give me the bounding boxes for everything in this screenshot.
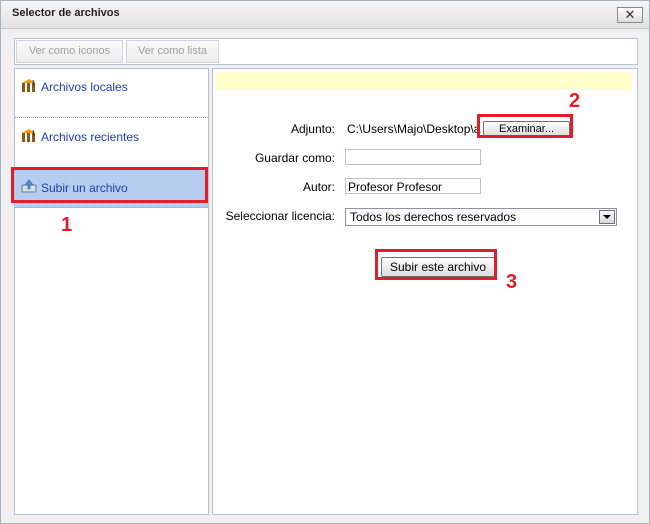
repository-icon	[22, 129, 36, 142]
sidebar-item-label: Archivos recientes	[41, 130, 140, 144]
author-label: Autor:	[302, 180, 335, 194]
sidebar-item-label: Archivos locales	[41, 80, 128, 94]
author-input[interactable]: Profesor Profesor	[345, 178, 481, 194]
upload-panel: Adjunto: C:\Users\Majo\Desktop\a Examina…	[212, 68, 638, 515]
save-as-label: Guardar como:	[254, 151, 335, 165]
save-as-input[interactable]	[345, 149, 481, 165]
title-bar: Selector de archivos ✕	[1, 1, 649, 29]
license-label: Seleccionar licencia:	[225, 209, 335, 223]
highlight-box-1	[11, 167, 208, 203]
highlight-box-3	[375, 249, 497, 280]
sidebar-item-recent-files[interactable]: Archivos recientes	[15, 119, 208, 168]
file-picker-dialog: Selector de archivos ✕ Ver como iconos V…	[0, 0, 650, 524]
notice-bar	[216, 72, 632, 90]
highlight-box-2	[477, 114, 573, 138]
close-icon: ✕	[624, 7, 636, 22]
sidebar-item-local-files[interactable]: Archivos locales	[15, 69, 208, 118]
chevron-down-icon[interactable]	[599, 210, 615, 224]
license-select[interactable]: Todos los derechos reservados	[345, 208, 617, 226]
attachment-path[interactable]: C:\Users\Majo\Desktop\a	[347, 122, 480, 136]
license-selected-value: Todos los derechos reservados	[350, 210, 517, 224]
view-toolbar: Ver como iconos Ver como lista	[14, 38, 638, 65]
attachment-label: Adjunto:	[290, 122, 335, 136]
repository-icon	[22, 79, 36, 92]
annotation-number-3: 3	[506, 271, 518, 293]
repository-sidebar: Archivos locales Archivos recientes Subi…	[14, 68, 209, 515]
view-as-list-button[interactable]: Ver como lista	[126, 40, 219, 63]
annotation-number-1: 1	[61, 214, 73, 236]
view-as-icons-button[interactable]: Ver como iconos	[16, 40, 123, 63]
annotation-number-2: 2	[569, 90, 581, 112]
dialog-title: Selector de archivos	[12, 7, 120, 19]
close-button[interactable]: ✕	[617, 7, 643, 23]
